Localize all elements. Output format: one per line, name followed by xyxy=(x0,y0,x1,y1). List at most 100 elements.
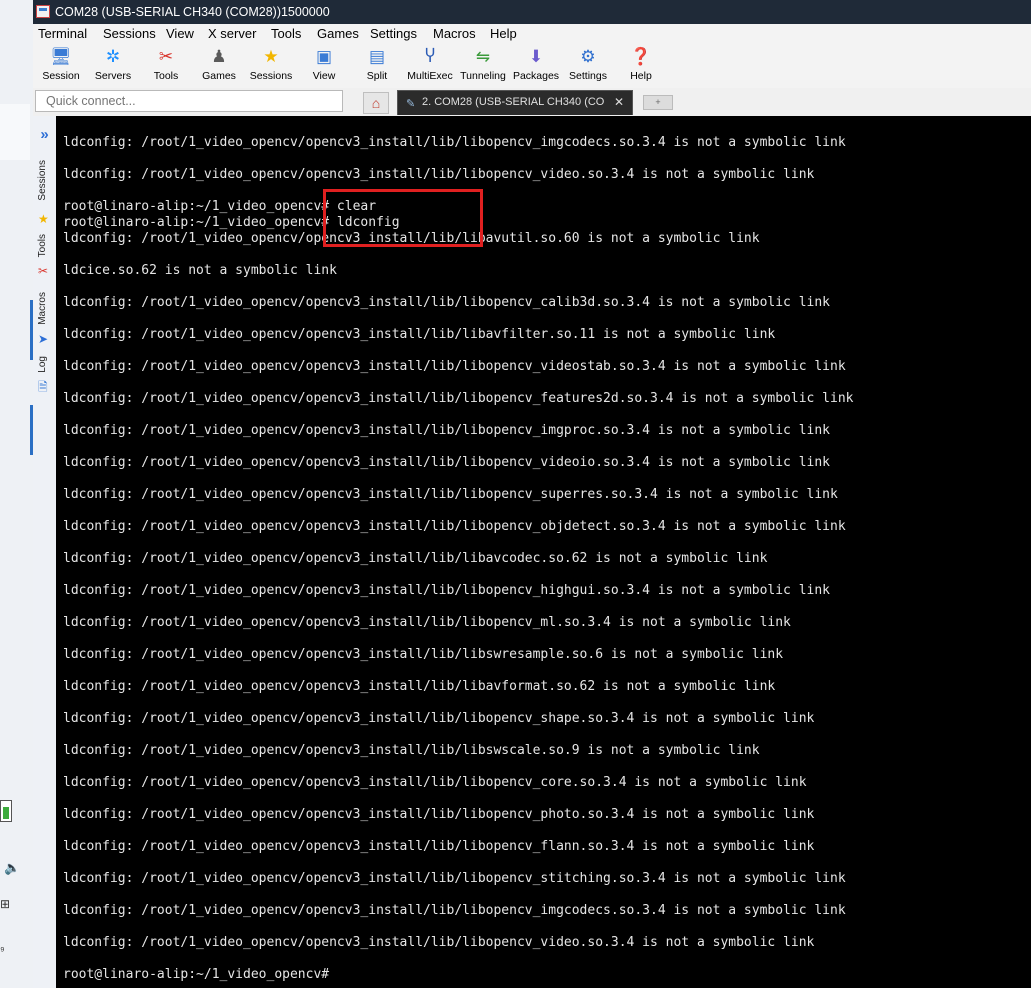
toolbar-view-button[interactable]: ▣ View xyxy=(296,46,352,82)
side-tab-macros[interactable]: Macros ➤ xyxy=(33,292,56,352)
tools-icon: ✂ xyxy=(158,47,174,66)
new-tab-button[interactable]: + xyxy=(643,95,673,110)
terminal-line: ldcice.so.62 is not a symbolic link xyxy=(63,263,337,278)
menu-terminal[interactable]: Terminal xyxy=(38,25,87,43)
tab-session-com28[interactable]: ✎ 2. COM28 (USB-SERIAL CH340 (CO ✕ xyxy=(397,90,633,115)
terminal-line: ldconfig: /root/1_video_opencv/opencv3_i… xyxy=(63,551,768,566)
menu-settings[interactable]: Settings xyxy=(370,25,417,43)
terminal-line: ldconfig: /root/1_video_opencv/opencv3_i… xyxy=(63,743,760,758)
side-tab-label: Sessions xyxy=(37,160,48,201)
app-icon xyxy=(36,5,50,18)
side-tab-label: Macros xyxy=(37,292,48,325)
toolbar: 🖥 Session ✲ Servers ✂ Tools ♟ Games ★ Se… xyxy=(33,44,1031,88)
home-icon: ⌂ xyxy=(371,95,381,111)
battery-icon[interactable] xyxy=(0,800,12,822)
terminal-prompt: root@linaro-alip:~/1_video_opencv# xyxy=(63,967,330,982)
toolbar-games-button[interactable]: ♟ Games xyxy=(191,46,247,82)
terminal-line: ldconfig: /root/1_video_opencv/opencv3_i… xyxy=(63,871,846,886)
mobaxterm-window: COM28 (USB-SERIAL CH340 (COM28))1500000 … xyxy=(33,0,1031,988)
toolbar-servers-button[interactable]: ✲ Servers xyxy=(85,46,141,82)
packages-icon: ⬇ xyxy=(528,47,544,66)
terminal-line: ldconfig: /root/1_video_opencv/opencv3_i… xyxy=(63,647,784,662)
terminal-line: ldconfig: /root/1_video_opencv/opencv3_i… xyxy=(63,455,831,470)
tunneling-icon: ⇋ xyxy=(475,47,491,66)
terminal-line: ldconfig: /root/1_video_opencv/opencv3_i… xyxy=(63,839,815,854)
toolbar-label: Help xyxy=(630,70,652,82)
terminal-line: ldconfig: /root/1_video_opencv/opencv3_i… xyxy=(63,679,776,694)
toolbar-session-button[interactable]: 🖥 Session xyxy=(33,46,89,82)
terminal-line: ldconfig: /root/1_video_opencv/opencv3_i… xyxy=(63,711,815,726)
toolbar-split-button[interactable]: ▤ Split xyxy=(349,46,405,82)
tab-label: 2. COM28 (USB-SERIAL CH340 (CO xyxy=(422,96,604,108)
terminal-line: ldconfig: /root/1_video_opencv/opencv3_i… xyxy=(63,903,846,918)
monitor-icon: 🖥 xyxy=(50,47,72,66)
terminal-line: ldconfig: /root/1_video_opencv/opencv3_i… xyxy=(63,359,846,374)
split-icon: ▤ xyxy=(368,47,386,66)
close-icon[interactable]: ✕ xyxy=(614,95,624,109)
home-tab[interactable]: ⌂ xyxy=(363,92,389,114)
terminal-line: ldconfig: /root/1_video_opencv/opencv3_i… xyxy=(63,775,807,790)
quick-connect-input[interactable] xyxy=(35,90,343,112)
desktop-window-fragment xyxy=(0,104,30,160)
side-tab-log[interactable]: Log 🗎 xyxy=(33,356,56,396)
serial-icon: ✎ xyxy=(406,98,416,110)
toolbar-help-button[interactable]: ❓ Help xyxy=(613,46,669,82)
toolbar-label: Packages xyxy=(512,70,560,82)
desktop-background: 🔈 ⊞ ⁹ xyxy=(0,0,33,988)
menu-help[interactable]: Help xyxy=(490,25,517,43)
menu-tools[interactable]: Tools xyxy=(271,25,301,43)
terminal-line: ldconfig: /root/1_video_opencv/opencv3_i… xyxy=(63,487,838,502)
toolbar-label: Session xyxy=(42,70,80,82)
toolbar-label: Tools xyxy=(153,70,179,82)
terminal-line: ldconfig: /root/1_video_opencv/opencv3_i… xyxy=(63,807,815,822)
terminal-line: ldconfig: /root/1_video_opencv/opencv3_i… xyxy=(63,583,831,598)
tray-clock-fragment: ⁹ xyxy=(0,945,5,957)
terminal-line: ldconfig: /root/1_video_opencv/opencv3_i… xyxy=(63,391,854,406)
menu-view[interactable]: View xyxy=(166,25,194,43)
toolbar-label: Tunneling xyxy=(460,70,506,82)
toolbar-label: Sessions xyxy=(249,70,293,82)
toolbar-label: MultiExec xyxy=(407,70,453,82)
menu-sessions[interactable]: Sessions xyxy=(103,25,156,43)
terminal-line: ldconfig: /root/1_video_opencv/opencv3_i… xyxy=(63,295,831,310)
view-icon: ▣ xyxy=(315,47,333,66)
terminal-lines: ldconfig: /root/1_video_opencv/opencv3_i… xyxy=(63,116,854,982)
plus-icon: + xyxy=(655,97,661,107)
terminal-line: ldconfig: /root/1_video_opencv/opencv3_i… xyxy=(63,135,846,150)
servers-icon: ✲ xyxy=(105,47,121,66)
title-bar: COM28 (USB-SERIAL CH340 (COM28))1500000 xyxy=(33,0,1031,24)
terminal-line: ldconfig: /root/1_video_opencv/opencv3_i… xyxy=(63,423,831,438)
toolbar-tools-button[interactable]: ✂ Tools xyxy=(138,46,194,82)
toolbar-tunneling-button[interactable]: ⇋ Tunneling xyxy=(455,46,511,82)
terminal-line: ldconfig: /root/1_video_opencv/opencv3_i… xyxy=(63,615,791,630)
side-tab-label: Log xyxy=(37,356,48,373)
toolbar-packages-button[interactable]: ⬇ Packages xyxy=(508,46,564,82)
menu-macros[interactable]: Macros xyxy=(433,25,476,43)
terminal-line: ldconfig: /root/1_video_opencv/opencv3_i… xyxy=(63,935,815,950)
settings-icon: ⚙ xyxy=(580,47,596,66)
side-rail: » Sessions ★ Tools ✂ Macros ➤ Log 🗎 xyxy=(33,116,56,988)
star-icon: ★ xyxy=(263,47,279,66)
terminal-line: ldconfig: /root/1_video_opencv/opencv3_i… xyxy=(63,167,815,182)
menu-bar: Terminal Sessions View X server Tools Ga… xyxy=(33,24,1031,44)
toolbar-label: Servers xyxy=(94,70,132,82)
toolbar-multiexec-button[interactable]: Ⴤ MultiExec xyxy=(402,46,458,82)
side-tab-label: Tools xyxy=(37,234,48,258)
terminal-line: ldconfig: /root/1_video_opencv/opencv3_i… xyxy=(63,519,846,534)
volume-icon[interactable]: 🔈 xyxy=(4,860,20,876)
toolbar-label: Games xyxy=(202,70,236,82)
toolbar-settings-button[interactable]: ⚙ Settings xyxy=(560,46,616,82)
ime-icon[interactable]: ⊞ xyxy=(0,897,10,911)
side-tab-tools[interactable]: Tools ✂ xyxy=(33,234,56,294)
menu-games[interactable]: Games xyxy=(317,25,359,43)
terminal-line: ldconfig: /root/1_video_opencv/opencv3_i… xyxy=(63,327,776,342)
expand-sidebar-icon[interactable]: » xyxy=(33,126,56,143)
terminal-output[interactable]: ldconfig: /root/1_video_opencv/opencv3_i… xyxy=(56,116,1031,988)
star-icon: ★ xyxy=(38,212,49,226)
toolbar-sessions-button[interactable]: ★ Sessions xyxy=(243,46,299,82)
games-icon: ♟ xyxy=(211,47,227,66)
menu-xserver[interactable]: X server xyxy=(208,25,256,43)
help-icon: ❓ xyxy=(630,47,652,66)
annotation-highlight-box xyxy=(323,189,483,247)
multiexec-icon: Ⴤ xyxy=(424,47,436,66)
